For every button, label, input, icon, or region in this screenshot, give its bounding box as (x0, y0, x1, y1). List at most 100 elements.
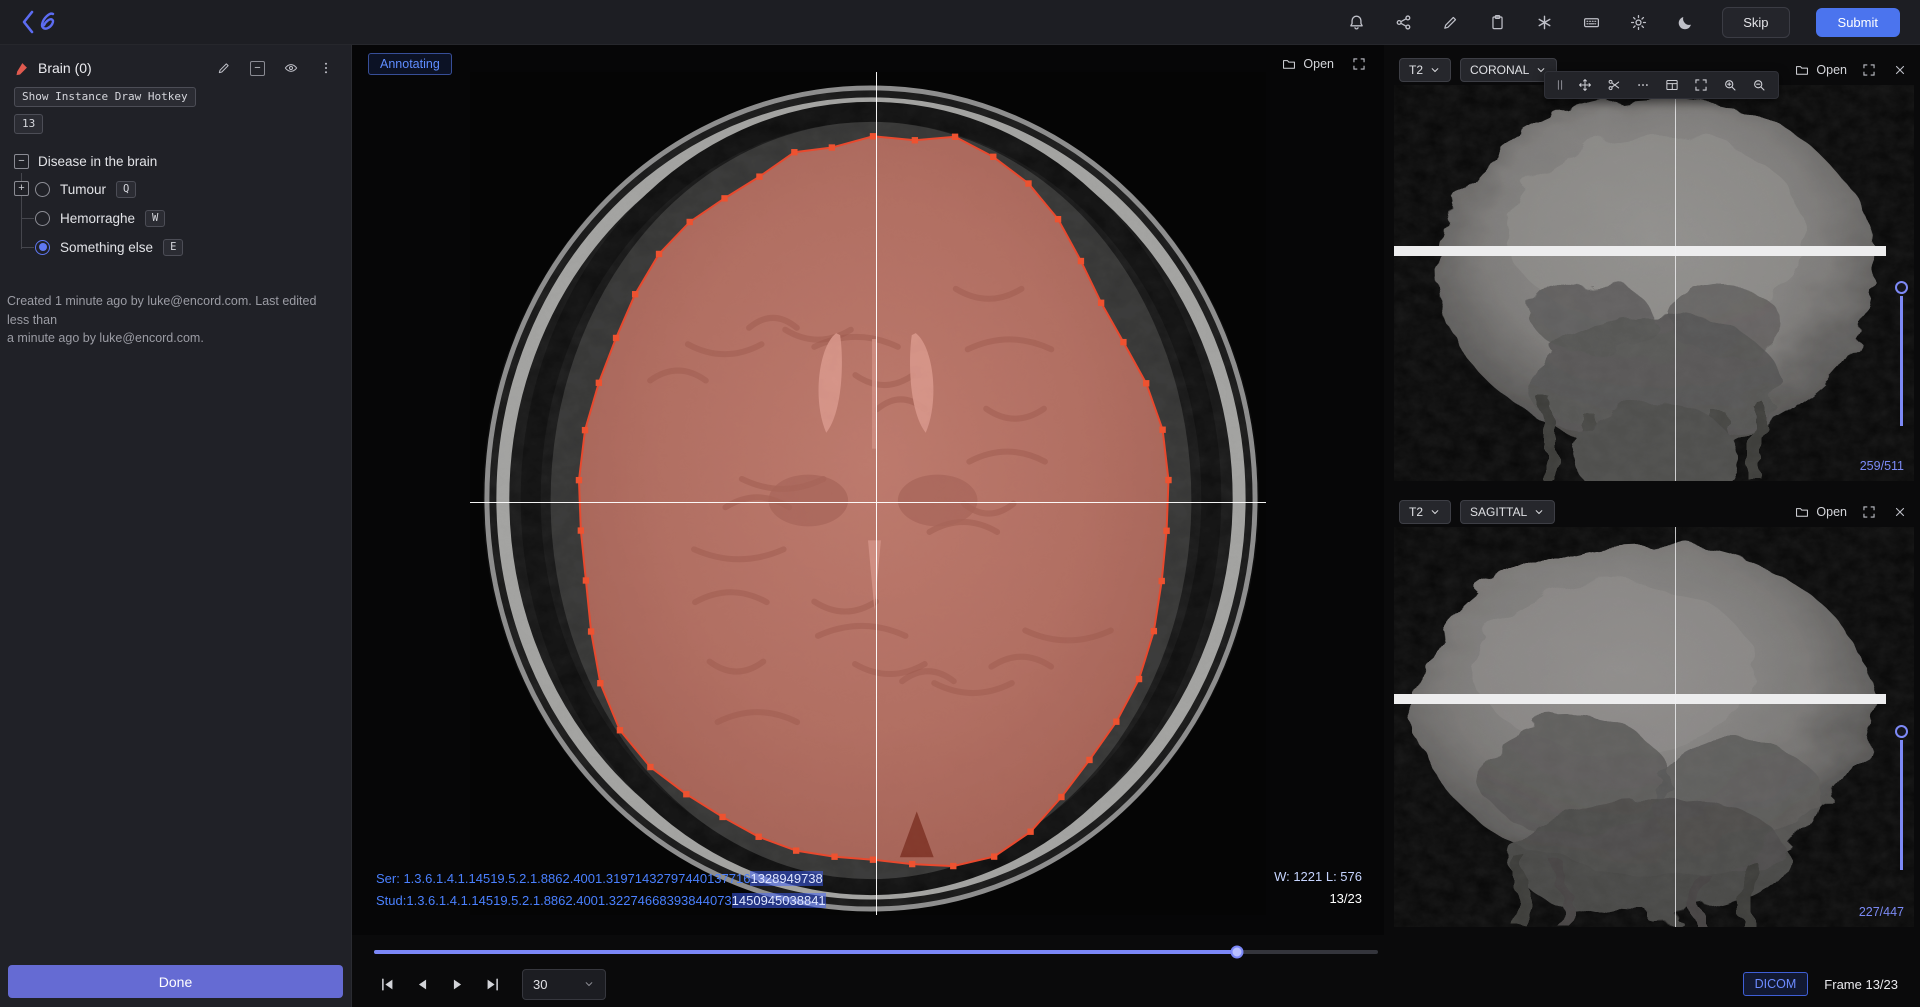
share-icon[interactable] (1393, 12, 1414, 33)
playback-controls: 30 DICOM Frame 13/23 (374, 965, 1898, 1003)
scissors-tool-icon[interactable] (1599, 72, 1628, 98)
ontology-tree: − Disease in the brain + Tumour Q Hemorr… (0, 150, 351, 262)
zoom-in-icon[interactable] (1715, 72, 1744, 98)
fullscreen-icon[interactable] (1350, 55, 1368, 73)
tree-item-something-else[interactable]: Something else E (35, 233, 351, 262)
plane-value: CORONAL (1470, 63, 1529, 77)
open-button[interactable]: Open (1795, 63, 1847, 77)
chevron-down-icon (583, 978, 595, 990)
next-frame-icon[interactable] (444, 971, 470, 997)
sagittal-header: T2 SAGITTAL Open (1394, 496, 1914, 527)
modality-value: T2 (1409, 63, 1423, 77)
plane-select[interactable]: SAGITTAL (1460, 500, 1555, 524)
slice-indicator: 227/447 (1859, 905, 1904, 919)
axial-plane-indicator[interactable] (1394, 246, 1886, 256)
sagittal-plane-indicator[interactable] (1675, 85, 1676, 481)
coronal-viewport[interactable]: T2 CORONAL Open (1394, 54, 1914, 481)
axial-viewport[interactable]: Annotating Open (352, 45, 1384, 935)
annotation-sidebar: Brain (0) − Show Instance Draw Hotkey 13… (0, 45, 352, 1007)
axial-viewport-header: Annotating Open (352, 45, 1384, 83)
instance-count-badge: 13 (14, 114, 43, 134)
slice-slider-handle[interactable] (1895, 725, 1908, 738)
chevron-down-icon (1429, 64, 1441, 76)
instance-header: Brain (0) − (0, 45, 351, 85)
frame-timeline[interactable] (374, 943, 1378, 961)
axial-mri-image[interactable] (470, 72, 1266, 915)
modality-value: T2 (1409, 505, 1423, 519)
open-button[interactable]: Open (1795, 505, 1847, 519)
expand-node-icon[interactable]: + (14, 181, 29, 196)
viewer-tools-toolbar (1544, 71, 1779, 99)
notifications-icon[interactable] (1346, 12, 1367, 33)
draw-pen-icon[interactable] (215, 59, 233, 77)
radio-hemorraghe[interactable] (35, 211, 50, 226)
topbar: Skip Submit (0, 0, 1920, 45)
draw-hotkey-hint: Show Instance Draw Hotkey (14, 87, 196, 107)
radio-something-else[interactable] (35, 240, 50, 255)
fullscreen-icon[interactable] (1860, 61, 1878, 79)
tree-root-row[interactable]: − Disease in the brain (0, 150, 351, 173)
hotkey-badge: W (145, 210, 165, 227)
dicom-badge[interactable]: DICOM (1743, 972, 1809, 996)
more-options-icon[interactable] (1628, 72, 1657, 98)
visibility-eye-icon[interactable] (282, 59, 300, 77)
more-options-kebab-icon[interactable] (317, 59, 335, 77)
topbar-actions: Skip Submit (1346, 7, 1900, 38)
encord-annotation-app: Skip Submit Brain (0) − Show Instance Dr… (0, 0, 1920, 1007)
tree-root-label: Disease in the brain (38, 154, 157, 169)
dark-mode-moon-icon[interactable] (1675, 12, 1696, 33)
close-icon[interactable] (1891, 503, 1909, 521)
drag-handle-icon[interactable] (1550, 72, 1570, 98)
previous-frame-icon[interactable] (409, 971, 435, 997)
crosshair-horizontal[interactable] (470, 502, 1266, 504)
folder-icon (1795, 505, 1809, 519)
timeline-handle[interactable] (1231, 946, 1244, 959)
slice-slider-handle[interactable] (1895, 281, 1908, 294)
sagittal-viewport[interactable]: T2 SAGITTAL Open (1394, 496, 1914, 927)
keyboard-icon[interactable] (1581, 12, 1602, 33)
axial-plane-indicator[interactable] (1394, 694, 1886, 704)
coronal-mri-image[interactable]: 259/511 (1394, 85, 1914, 481)
plane-select[interactable]: CORONAL (1460, 58, 1557, 82)
collapse-node-icon[interactable]: − (14, 154, 29, 169)
done-button[interactable]: Done (8, 965, 343, 998)
fullscreen-tool-icon[interactable] (1686, 72, 1715, 98)
modality-select[interactable]: T2 (1399, 58, 1451, 82)
slice-slider-fill (1900, 740, 1903, 870)
fps-select[interactable]: 30 (522, 969, 606, 1000)
zoom-out-icon[interactable] (1744, 72, 1773, 98)
annotate-tool-icon[interactable] (1440, 12, 1461, 33)
encord-logo-icon[interactable] (20, 5, 64, 39)
skip-button[interactable]: Skip (1722, 7, 1789, 38)
close-icon[interactable] (1891, 61, 1909, 79)
fullscreen-icon[interactable] (1860, 503, 1878, 521)
settings-gear-icon[interactable] (1628, 12, 1649, 33)
skip-to-end-icon[interactable] (479, 971, 505, 997)
tree-item-tumour[interactable]: + Tumour Q (35, 175, 351, 204)
edit-history-text: Created 1 minute ago by luke@encord.com.… (7, 292, 341, 348)
mpr-panel: T2 CORONAL Open (1390, 45, 1920, 935)
submit-button[interactable]: Submit (1816, 8, 1900, 37)
collapse-box-icon[interactable]: − (250, 61, 265, 76)
pan-tool-icon[interactable] (1570, 72, 1599, 98)
open-label: Open (1816, 505, 1847, 519)
tree-item-hemorraghe[interactable]: Hemorraghe W (35, 204, 351, 233)
hotkey-badge: Q (116, 181, 136, 198)
folder-icon (1282, 57, 1296, 71)
clipboard-icon[interactable] (1487, 12, 1508, 33)
window-level-overlay: W: 1221 L: 576 13/23 (1274, 866, 1362, 912)
instance-color-icon (14, 61, 29, 76)
tree-item-label: Tumour (60, 182, 106, 197)
tree-item-label: Something else (60, 240, 153, 255)
coronal-plane-indicator[interactable] (1675, 527, 1676, 927)
crosshair-vertical[interactable] (876, 72, 878, 915)
sagittal-mri-image[interactable]: 227/447 (1394, 527, 1914, 927)
open-button[interactable]: Open (1282, 57, 1334, 71)
modality-select[interactable]: T2 (1399, 500, 1451, 524)
frame-counter: Frame 13/23 (1824, 977, 1898, 992)
shortcuts-icon[interactable] (1534, 12, 1555, 33)
radio-tumour[interactable] (35, 182, 50, 197)
skip-to-start-icon[interactable] (374, 971, 400, 997)
layout-icon[interactable] (1657, 72, 1686, 98)
timeline-track[interactable] (374, 950, 1378, 954)
